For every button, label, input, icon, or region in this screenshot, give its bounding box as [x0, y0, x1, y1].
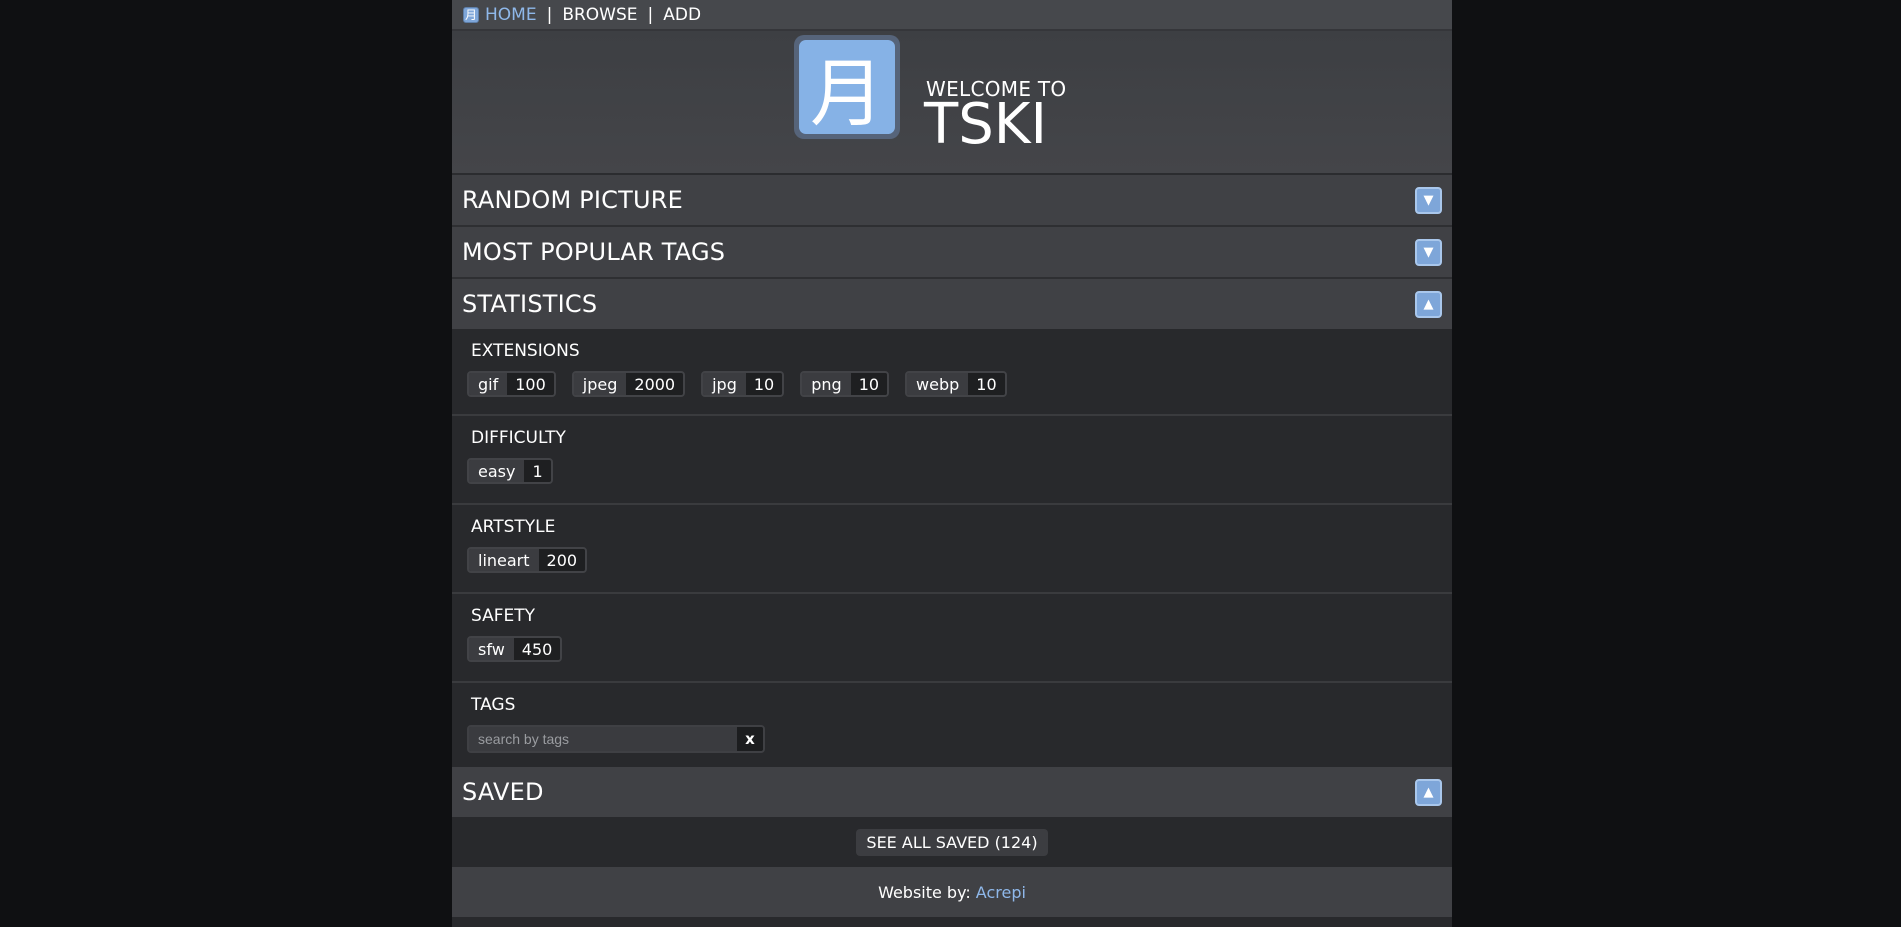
- chip-key: png: [802, 373, 851, 395]
- chip-list: gif 100 jpeg 2000 jpg 10 png 10 webp 10: [467, 371, 1437, 397]
- chip-count: 10: [745, 373, 783, 395]
- stat-label: DIFFICULTY: [471, 428, 566, 448]
- tag-search-input[interactable]: [469, 727, 737, 751]
- saved-body: SEE ALL SAVED (124): [452, 817, 1452, 867]
- chevron-up-icon: ▲: [1423, 784, 1434, 800]
- chip-key: jpeg: [573, 373, 627, 395]
- chip-count: 1: [524, 460, 551, 482]
- chip-count: 200: [538, 549, 586, 571]
- collapse-toggle-button[interactable]: ▲: [1415, 290, 1442, 318]
- stat-label: TAGS: [471, 695, 516, 715]
- expand-toggle-button[interactable]: ▼: [1415, 186, 1442, 214]
- chip-key: lineart: [469, 549, 539, 571]
- chip-list: sfw 450: [467, 636, 1437, 662]
- chip-count: 2000: [626, 373, 684, 395]
- chevron-down-icon: ▼: [1423, 192, 1434, 208]
- chip-key: gif: [469, 373, 508, 395]
- stat-chip-easy[interactable]: easy 1: [467, 458, 553, 484]
- author-link[interactable]: Acrepi: [976, 883, 1026, 902]
- stat-safety: SAFETY sfw 450: [452, 594, 1452, 683]
- stat-label: EXTENSIONS: [471, 341, 580, 361]
- chip-count: 450: [513, 638, 561, 660]
- see-all-saved-button[interactable]: SEE ALL SAVED (124): [856, 828, 1048, 856]
- moon-logo-icon[interactable]: 月: [463, 6, 479, 23]
- stat-chip-gif[interactable]: gif 100: [467, 371, 556, 397]
- stat-chip-png[interactable]: png 10: [800, 371, 890, 397]
- chip-key: easy: [469, 460, 525, 482]
- section-title: SAVED: [462, 778, 544, 806]
- section-statistics[interactable]: STATISTICS ▲: [452, 279, 1452, 329]
- chip-list: lineart 200: [467, 547, 1437, 573]
- section-title: RANDOM PICTURE: [462, 186, 683, 214]
- moon-logo-large-icon: 月: [794, 35, 900, 139]
- stat-chip-lineart[interactable]: lineart 200: [467, 547, 588, 573]
- section-title: MOST POPULAR TAGS: [462, 238, 726, 266]
- top-navbar: 月 HOME | BROWSE | ADD: [452, 0, 1452, 31]
- stat-label: ARTSTYLE: [471, 517, 556, 537]
- section-most-popular-tags[interactable]: MOST POPULAR TAGS ▼: [452, 227, 1452, 279]
- chevron-up-icon: ▲: [1423, 296, 1434, 312]
- stat-extensions: EXTENSIONS gif 100 jpeg 2000 jpg 10 png …: [452, 329, 1452, 416]
- nav-add-link[interactable]: ADD: [663, 5, 701, 25]
- chip-key: sfw: [469, 638, 514, 660]
- tag-search-box: x: [467, 725, 765, 753]
- stat-label: SAFETY: [471, 606, 536, 626]
- stat-artstyle: ARTSTYLE lineart 200: [452, 505, 1452, 594]
- chip-key: webp: [907, 373, 969, 395]
- nav-separator: |: [546, 4, 553, 25]
- stat-chip-sfw[interactable]: sfw 450: [467, 636, 563, 662]
- close-icon: x: [745, 730, 755, 748]
- nav-separator: |: [647, 4, 654, 25]
- chip-count: 100: [507, 373, 554, 395]
- stat-chip-webp[interactable]: webp 10: [905, 371, 1007, 397]
- section-random-picture[interactable]: RANDOM PICTURE ▼: [452, 175, 1452, 227]
- stat-chip-jpg[interactable]: jpg 10: [701, 371, 785, 397]
- chevron-down-icon: ▼: [1423, 244, 1434, 260]
- nav-home-link[interactable]: HOME: [485, 5, 537, 25]
- stat-tags: TAGS x: [452, 683, 1452, 767]
- hero-header: 月 WELCOME TO TSKI: [452, 31, 1452, 175]
- clear-search-button[interactable]: x: [737, 727, 763, 751]
- nav-browse-link[interactable]: BROWSE: [562, 5, 637, 25]
- chip-count: 10: [850, 373, 888, 395]
- footer-credit-text: Website by:: [878, 882, 971, 902]
- brand-title: TSKI: [924, 92, 1047, 157]
- section-saved[interactable]: SAVED ▲: [452, 767, 1452, 817]
- chip-key: jpg: [703, 373, 746, 395]
- logo-glyph: 月: [799, 40, 895, 137]
- chip-count: 10: [968, 373, 1005, 395]
- stat-chip-jpeg[interactable]: jpeg 2000: [571, 371, 686, 397]
- footer: Website by: Acrepi: [452, 867, 1452, 917]
- section-title: STATISTICS: [462, 290, 598, 318]
- collapse-toggle-button[interactable]: ▲: [1415, 778, 1442, 806]
- expand-toggle-button[interactable]: ▼: [1415, 238, 1442, 266]
- stat-difficulty: DIFFICULTY easy 1: [452, 416, 1452, 505]
- app-container: 月 HOME | BROWSE | ADD 月 WELCOME TO TSKI …: [452, 0, 1452, 927]
- chip-list: easy 1: [467, 458, 1437, 484]
